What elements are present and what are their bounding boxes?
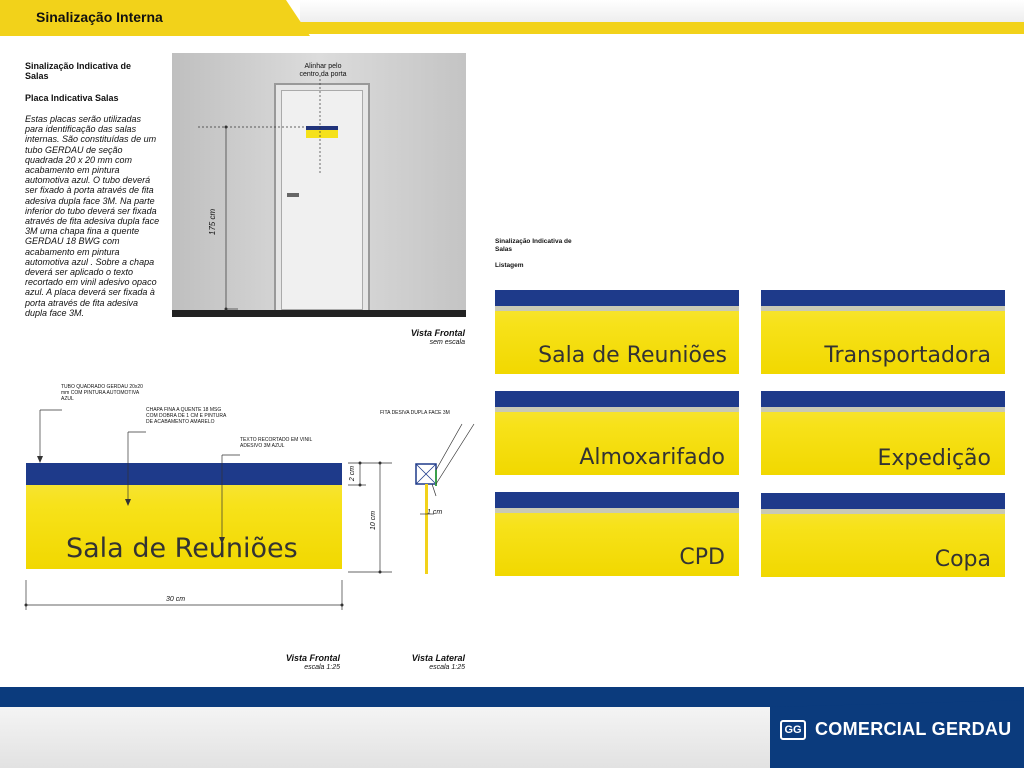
dim-30cm: 30 cm [166,596,186,603]
front-view-title: Vista Frontal [285,653,340,663]
dim-2cm: 2 cm [349,465,357,482]
sign-label: Copa [934,547,991,572]
sign-label: Almoxarifado [579,445,725,470]
sign-card: Expedição [761,391,1005,475]
side-view-title: Vista Lateral [411,653,465,663]
sign-label: Sala de Reuniões [538,343,727,368]
sign-card: Sala de Reuniões [495,290,739,374]
sign-card: Transportadora [761,290,1005,374]
sign-label: Expedição [877,446,991,471]
drawing-lines [24,75,475,610]
side-view-scale: escala 1:25 [429,664,465,671]
listing-heading: Sinalização Indicativa de Salas [495,238,572,253]
gerdau-logo-icon: GG [780,720,806,740]
sign-label: CPD [679,545,725,570]
sign-label: Transportadora [824,343,991,368]
brand-name: COMERCIAL GERDAU [815,719,1012,739]
dim-10cm: 10 cm [370,510,378,531]
sign-card: CPD [495,492,739,576]
sign-card: Copa [761,493,1005,577]
sign-card: Almoxarifado [495,391,739,475]
footer-stripe [0,687,1024,707]
dim-1cm: 1 cm [427,509,443,516]
listing-subheading: Listagem [495,262,524,269]
front-view-scale: escala 1:25 [304,664,340,671]
